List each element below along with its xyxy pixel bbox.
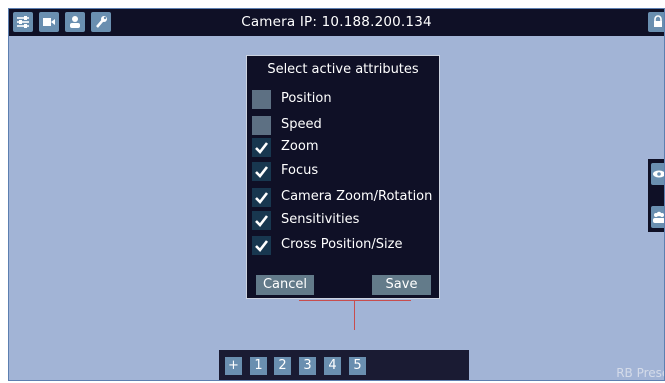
sensitivities-checkbox[interactable] — [252, 211, 271, 230]
group-icon[interactable] — [651, 206, 664, 228]
checkmark-icon — [255, 192, 269, 204]
cross-marker-vertical — [354, 300, 355, 330]
camera-ip-title: Camera IP: 10.188.200.134 — [241, 14, 432, 30]
preset-button-3[interactable]: 3 — [299, 357, 316, 375]
attribute-position[interactable]: Position — [252, 90, 437, 110]
position-checkbox[interactable] — [252, 90, 271, 109]
attribute-speed[interactable]: Speed — [252, 116, 437, 136]
attribute-zoom[interactable]: Zoom — [252, 138, 437, 158]
cross-position-size-checkbox[interactable] — [252, 236, 271, 255]
select-attributes-dialog: Select active attributes Position Speed … — [246, 55, 440, 299]
attribute-sensitivities[interactable]: Sensitivities — [252, 211, 437, 231]
attribute-label: Speed — [281, 117, 322, 132]
checkmark-icon — [255, 166, 269, 178]
focus-checkbox[interactable] — [252, 162, 271, 181]
add-preset-button[interactable]: + — [225, 357, 242, 375]
side-panel — [648, 159, 664, 232]
preset-button-5[interactable]: 5 — [349, 357, 366, 375]
lock-icon[interactable] — [648, 12, 664, 32]
eye-icon[interactable] — [651, 163, 664, 185]
top-toolbar: Camera IP: 10.188.200.134 — [9, 9, 664, 36]
camera-view[interactable]: Camera IP: 10.188.200.134 Select active … — [8, 8, 665, 381]
attribute-label: Focus — [281, 163, 319, 178]
checkmark-icon — [255, 142, 269, 154]
camera-zoom-rotation-checkbox[interactable] — [252, 188, 271, 207]
attribute-camera-zoom-rotation[interactable]: Camera Zoom/Rotation — [252, 188, 437, 208]
attribute-label: Zoom — [281, 139, 319, 154]
preset-button-2[interactable]: 2 — [274, 357, 291, 375]
attribute-label: Camera Zoom/Rotation — [281, 189, 433, 204]
dialog-title: Select active attributes — [267, 62, 419, 77]
zoom-checkbox[interactable] — [252, 138, 271, 157]
speed-checkbox[interactable] — [252, 116, 271, 135]
attribute-label: Cross Position/Size — [281, 237, 403, 252]
save-button[interactable]: Save — [372, 275, 431, 295]
checkmark-icon — [255, 215, 269, 227]
preset-bar: + 1 2 3 4 5 — [219, 350, 469, 380]
attribute-cross-position-size[interactable]: Cross Position/Size — [252, 236, 437, 256]
cross-marker-horizontal — [299, 300, 411, 301]
cancel-button[interactable]: Cancel — [256, 275, 314, 295]
checkmark-icon — [255, 240, 269, 252]
preset-button-4[interactable]: 4 — [324, 357, 341, 375]
preset-button-1[interactable]: 1 — [250, 357, 267, 375]
attribute-label: Sensitivities — [281, 212, 360, 227]
attribute-label: Position — [281, 91, 332, 106]
attribute-focus[interactable]: Focus — [252, 162, 437, 182]
preset-watermark: RB Preset — [616, 366, 664, 380]
